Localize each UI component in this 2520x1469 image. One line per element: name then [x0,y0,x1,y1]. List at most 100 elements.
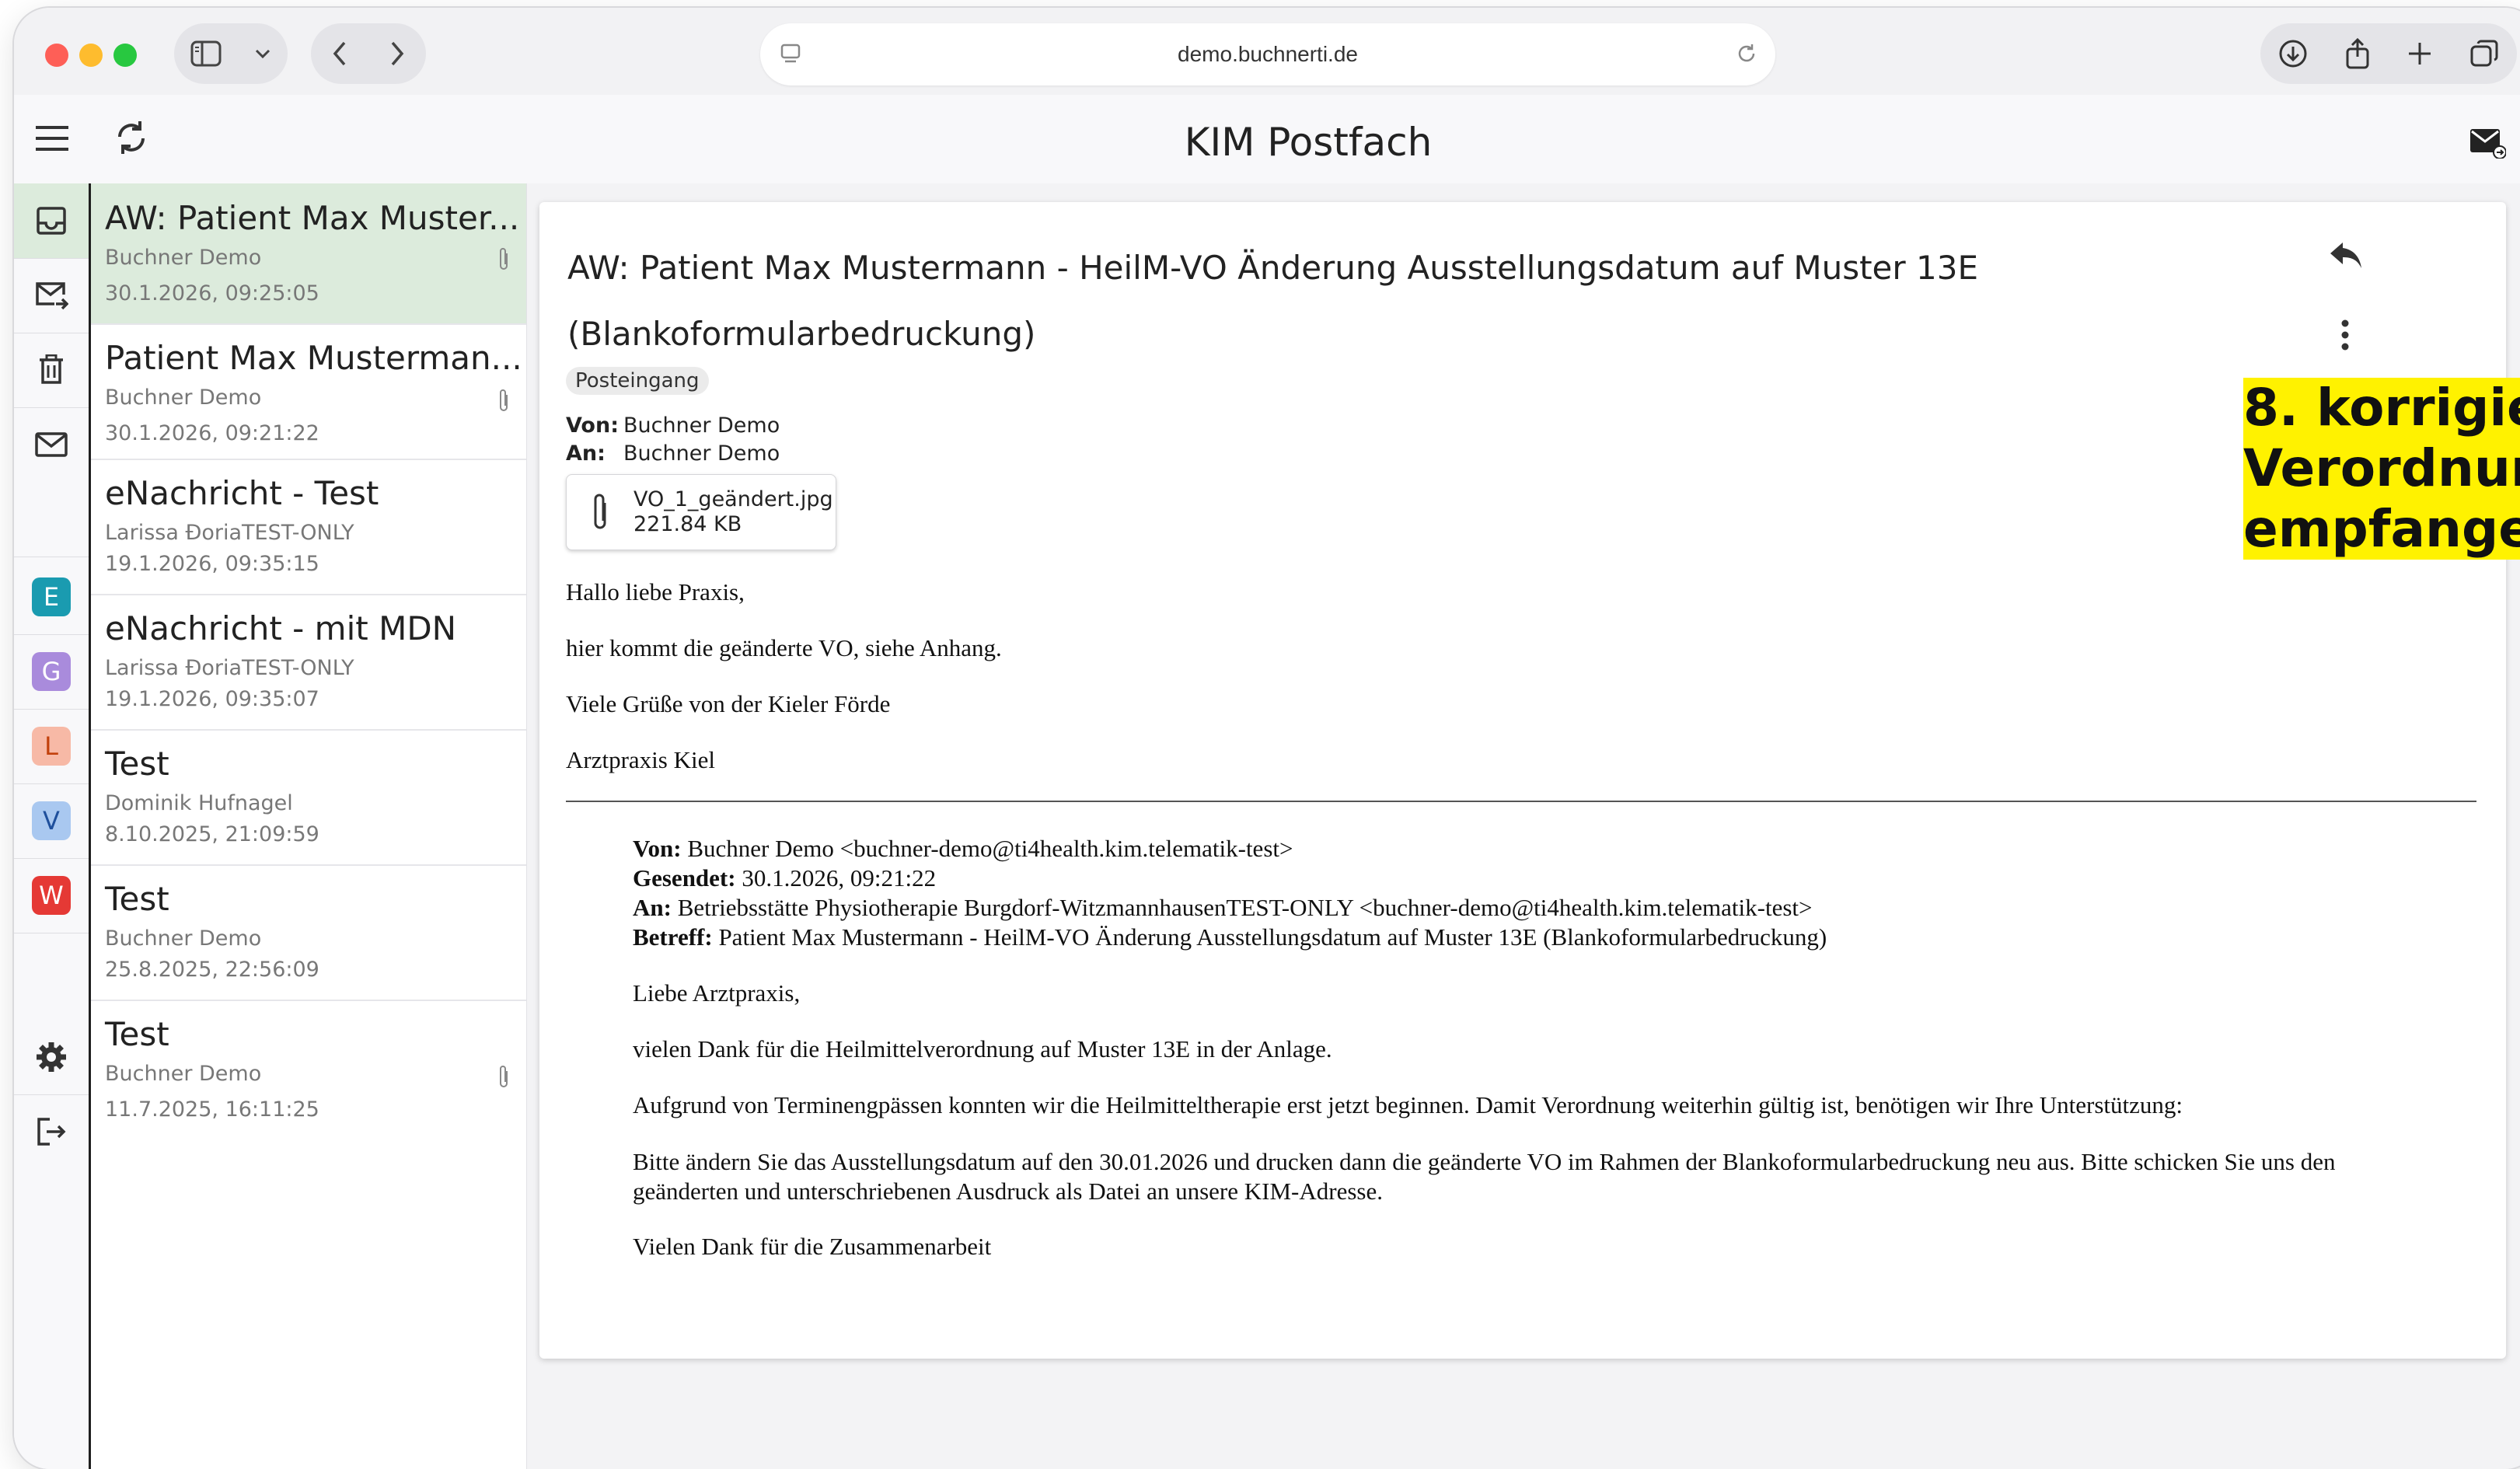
quoted-subject-value: Patient Max Mustermann - HeilM-VO Änderu… [718,923,1827,951]
folder-badge: Posteingang [566,367,709,395]
message-sender: Buchner Demo [105,246,262,270]
to-label: An: [566,441,606,466]
mail-subject-line1: AW: Patient Max Mustermann - HeilM-VO Än… [567,249,1978,287]
rail-contact-v[interactable]: V [14,783,89,859]
quote-divider [566,801,2476,802]
quoted-sent: Gesendet: 30.1.2026, 09:21:22 [633,864,936,892]
new-tab-icon[interactable] [2407,40,2433,67]
message-list: AW: Patient Max Muster... Buchner Demo 3… [91,183,527,1469]
message-subject: AW: Patient Max Muster... [105,199,520,237]
minimize-window-button[interactable] [79,44,103,67]
to-value: Buchner Demo [623,441,780,466]
sidebar-toggle-button[interactable] [174,23,288,84]
rail-sent[interactable] [14,258,89,333]
reply-icon[interactable] [2329,241,2365,270]
attachment-icon [497,387,511,413]
message-sender: Buchner Demo [105,386,262,410]
quoted-sent-value: 30.1.2026, 09:21:22 [742,864,937,892]
mail-subject: AW: Patient Max Mustermann - HeilM-VO Än… [567,235,2277,367]
chevron-down-icon [254,48,271,59]
rail-inbox[interactable] [14,183,89,259]
maximize-window-button[interactable] [113,44,137,67]
annotation-line: empfange [2243,499,2520,560]
message-list-item[interactable]: Patient Max Musterman... Buchner Demo 30… [91,325,526,460]
app-header: KIM Postfach [14,95,2520,184]
contact-badge-v: V [32,801,71,840]
rail-contact-e[interactable]: E [14,560,89,635]
more-options-icon[interactable] [2340,319,2351,351]
sidebar-icon [190,40,222,67]
contact-badge-w: W [32,876,71,915]
rail-logout[interactable] [14,1094,89,1169]
message-date: 11.7.2025, 16:11:25 [105,1097,319,1122]
inbox-icon [36,206,67,236]
message-list-item[interactable]: eNachricht - Test Larissa ĐoriaTEST-ONLY… [91,460,526,595]
quoted-subject-label: Betreff: [633,923,713,951]
downloads-icon[interactable] [2278,39,2308,68]
attachment-chip[interactable]: VO_1_geändert.jpg 221.84 KB [566,474,836,550]
folder-rail: E G L V W [14,183,91,1469]
forward-button[interactable] [389,40,405,67]
rail-settings[interactable] [14,1020,89,1095]
rail-contact-w[interactable]: W [14,858,89,933]
quoted-to-label: An: [633,894,672,921]
body-paragraph: Arztpraxis Kiel [566,746,715,773]
attachment-icon [497,1063,511,1090]
quoted-from-label: Von: [633,835,682,862]
quoted-from: Von: Buchner Demo <buchner-demo@ti4healt… [633,835,1293,863]
quoted-closing: Vielen Dank für die Zusammenarbeit [633,1233,992,1260]
from-label: Von: [566,413,619,438]
message-list-item[interactable]: Test Buchner Demo 25.8.2025, 22:56:09 [91,866,526,1001]
to-row: An: Buchner Demo [566,441,780,466]
body-paragraph: Viele Grüße von der Kieler Förde [566,690,891,717]
message-list-item[interactable]: AW: Patient Max Muster... Buchner Demo 3… [91,183,526,325]
attachment-icon [497,246,511,272]
back-button[interactable] [332,40,347,67]
message-sender: Larissa ĐoriaTEST-ONLY [105,521,354,545]
message-date: 30.1.2026, 09:25:05 [105,281,319,305]
browser-actions [2260,23,2517,84]
message-sender: Buchner Demo [105,926,262,951]
message-subject: Test [105,1015,169,1053]
message-subject: Test [105,880,169,918]
mail-icon [34,431,68,458]
close-window-button[interactable] [45,44,68,67]
body-paragraph: hier kommt die geänderte VO, siehe Anhan… [566,634,1002,661]
message-sender: Larissa ĐoriaTEST-ONLY [105,656,354,680]
rail-contact-g[interactable]: G [14,634,89,710]
quoted-paragraph: Aufgrund von Terminengpässen konnten wir… [633,1091,2183,1118]
address-bar[interactable]: demo.buchnerti.de [760,23,1775,85]
page-title: KIM Postfach [1184,120,1433,165]
mail-subject-line2: (Blankoformularbedruckung) [567,315,1036,353]
body-paragraph: Hallo liebe Praxis, [566,578,745,605]
message-subject: Test [105,745,169,783]
rail-contact-l[interactable]: L [14,709,89,784]
quoted-from-value: Buchner Demo <buchner-demo@ti4health.kim… [687,835,1293,862]
quoted-subject: Betreff: Patient Max Mustermann - HeilM-… [633,923,1827,951]
quoted-paragraph: Bitte ändern Sie das Ausstellungsdatum a… [633,1148,2336,1205]
quoted-sent-label: Gesendet: [633,864,736,892]
reload-icon[interactable] [1735,42,1758,65]
annotation-line: 8. korrigie [2243,378,2520,438]
message-subject: Patient Max Musterman... [105,339,522,377]
browser-toolbar: demo.buchnerti.de [14,8,2520,95]
url-text: demo.buchnerti.de [1178,42,1358,66]
browser-window: demo.buchnerti.de KIM Postfach E G L V W… [14,8,2520,1469]
quoted-paragraph: vielen Dank für die Heilmittelverordnung… [633,1035,1332,1062]
message-date: 30.1.2026, 09:21:22 [105,421,319,445]
rail-all-mail[interactable] [14,407,89,482]
quoted-greeting: Liebe Arztpraxis, [633,979,801,1007]
contact-badge-e: E [32,577,71,616]
compose-mail-icon[interactable] [2469,127,2506,159]
message-list-item[interactable]: Test Buchner Demo 11.7.2025, 16:11:25 [91,1001,526,1135]
contact-badge-l: L [32,727,71,766]
attachment-name: VO_1_geändert.jpg [633,487,833,511]
message-list-item[interactable]: eNachricht - mit MDN Larissa ĐoriaTEST-O… [91,595,526,731]
share-icon[interactable] [2344,38,2371,69]
mail-view: AW: Patient Max Mustermann - HeilM-VO Än… [539,202,2506,1359]
navigation-buttons [311,23,426,84]
rail-trash[interactable] [14,333,89,408]
message-list-item[interactable]: Test Dominik Hufnagel 8.10.2025, 21:09:5… [91,731,526,866]
message-subject: eNachricht - mit MDN [105,609,457,647]
tab-overview-icon[interactable] [2469,39,2499,68]
